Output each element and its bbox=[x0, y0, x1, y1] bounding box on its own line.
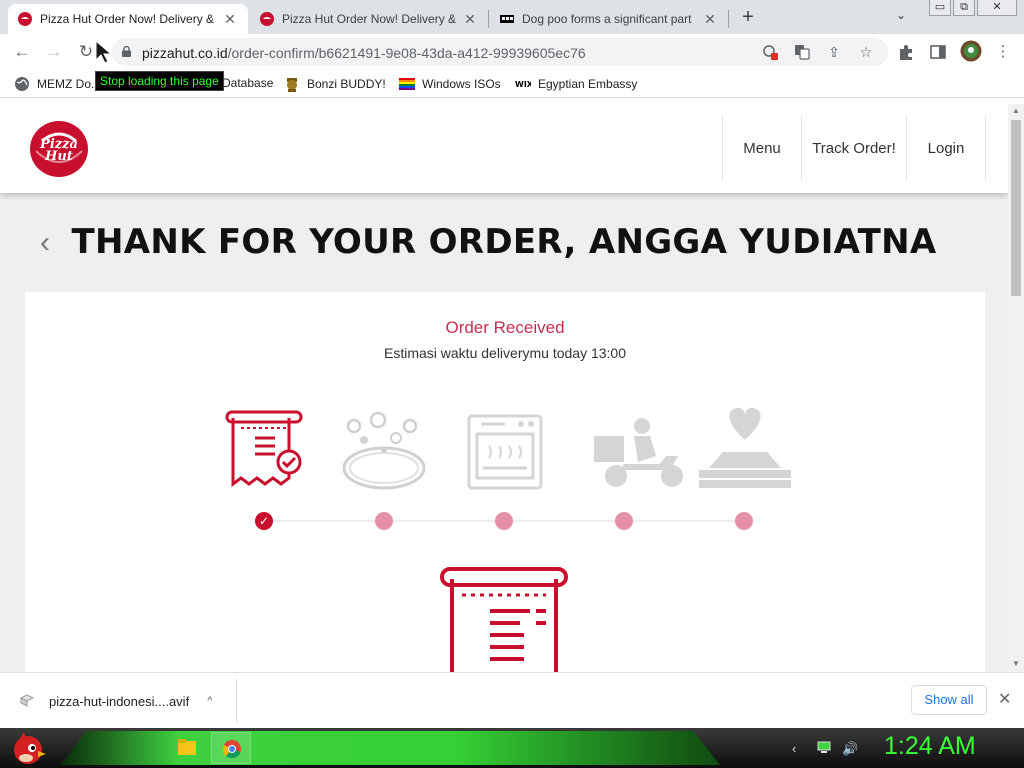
logo-text: Pizza Hut bbox=[40, 137, 78, 164]
download-item[interactable]: pizza-hut-indonesi....avif ^ bbox=[18, 685, 212, 717]
pizza-prep-icon bbox=[342, 411, 426, 490]
receipt-check-icon bbox=[225, 410, 303, 487]
url-text: pizzahut.co.id/order-confirm/b6621491-9e… bbox=[142, 45, 586, 61]
network-icon[interactable] bbox=[817, 741, 831, 754]
step-dot-delivered bbox=[735, 512, 753, 530]
file-icon bbox=[19, 694, 35, 707]
volume-icon[interactable]: 🔊 bbox=[842, 741, 858, 757]
bonzi-gorilla-icon bbox=[287, 78, 297, 92]
nav-menu[interactable]: Menu bbox=[722, 116, 801, 180]
bookmark-label: Egyptian Embassy bbox=[538, 77, 638, 91]
menu-kebab-icon[interactable]: ⋮ bbox=[994, 43, 1012, 61]
delivery-estimate: Estimasi waktu deliverymu today 13:00 bbox=[384, 345, 626, 361]
step-dot-received: ✓ bbox=[255, 512, 273, 530]
scroll-down-icon[interactable]: ▼ bbox=[1008, 657, 1024, 671]
bookmark-windows-isos[interactable]: Windows ISOs bbox=[399, 76, 501, 92]
close-window-button[interactable]: ✕ bbox=[977, 0, 1017, 16]
restore-window-button[interactable]: ⧉ bbox=[953, 0, 975, 16]
close-shelf-icon[interactable]: ✕ bbox=[998, 689, 1011, 709]
rainbow-flag-icon bbox=[399, 78, 415, 90]
svg-text:WIX: WIX bbox=[515, 80, 531, 89]
download-shelf: pizza-hut-indonesi....avif ^ Show all ✕ bbox=[0, 672, 1024, 728]
news-favicon-icon bbox=[500, 15, 514, 23]
blocked-content-icon[interactable] bbox=[762, 44, 778, 60]
address-bar[interactable]: pizzahut.co.id/order-confirm/b6621491-9e… bbox=[112, 38, 888, 66]
scroll-thumb[interactable] bbox=[1011, 120, 1021, 296]
pizza-hut-favicon-icon bbox=[18, 12, 32, 26]
taskbar-chrome-button[interactable] bbox=[211, 732, 251, 764]
tab-pizza-hut-1[interactable]: Pizza Hut Order Now! Delivery & Takeaway… bbox=[8, 4, 248, 34]
tab-divider bbox=[728, 10, 729, 28]
step-dot-baking bbox=[495, 512, 513, 530]
url-domain: pizzahut.co.id bbox=[142, 45, 228, 61]
delivered-box-icon bbox=[699, 407, 791, 488]
tab-dog-poo[interactable]: Dog poo forms a significant part ✕ bbox=[490, 4, 728, 34]
profile-avatar-icon[interactable] bbox=[960, 40, 982, 62]
tab-close-icon[interactable]: ✕ bbox=[702, 11, 718, 28]
translate-icon[interactable] bbox=[794, 44, 810, 60]
tab-close-icon[interactable]: ✕ bbox=[222, 11, 238, 28]
share-icon[interactable]: ⇪ bbox=[826, 44, 842, 60]
download-options-chevron-icon[interactable]: ^ bbox=[207, 695, 212, 707]
delivery-scooter-icon bbox=[594, 418, 683, 487]
bookmark-label: Bonzi BUDDY! bbox=[307, 77, 386, 91]
nav-login[interactable]: Login bbox=[906, 116, 986, 180]
pizza-hut-favicon-icon bbox=[260, 12, 274, 26]
download-filename: pizza-hut-indonesi....avif bbox=[49, 693, 190, 709]
oven-icon bbox=[467, 414, 543, 490]
scroll-up-icon[interactable]: ▲ bbox=[1008, 104, 1024, 118]
side-panel-icon[interactable] bbox=[929, 43, 947, 61]
globe-icon bbox=[15, 77, 29, 91]
forward-arrow-icon[interactable]: → bbox=[44, 42, 64, 62]
reload-icon[interactable]: ↻ bbox=[76, 42, 96, 62]
tab-pizza-hut-2[interactable]: Pizza Hut Order Now! Delivery & Takeaway… bbox=[250, 4, 488, 34]
bookmark-bonzi-buddy[interactable]: Bonzi BUDDY! bbox=[284, 76, 386, 92]
tab-title: Pizza Hut Order Now! Delivery & Takeaway bbox=[40, 12, 216, 26]
order-receipt-icon bbox=[440, 567, 568, 672]
step-dot-preparing bbox=[375, 512, 393, 530]
mouse-cursor-icon bbox=[95, 40, 113, 64]
pizza-hut-logo[interactable]: Pizza Hut bbox=[30, 121, 88, 177]
web-page: Pizza Hut Menu Track Order! Login ‹ THAN… bbox=[0, 104, 1008, 672]
url-path: /order-confirm/b6621491-9e08-43da-a412-9… bbox=[227, 45, 586, 61]
tab-title: Pizza Hut Order Now! Delivery & Takeaway bbox=[282, 12, 456, 26]
file-explorer-icon[interactable] bbox=[177, 738, 197, 756]
order-status-label: Order Received bbox=[445, 318, 565, 337]
show-all-downloads-button[interactable]: Show all bbox=[911, 685, 987, 715]
back-arrow-icon[interactable]: ← bbox=[12, 42, 32, 62]
tab-divider bbox=[488, 10, 489, 28]
tab-search-chevron-icon[interactable]: ⌄ bbox=[896, 8, 906, 22]
bookmark-database[interactable]: Database bbox=[222, 76, 273, 90]
taskbar-glow bbox=[60, 731, 720, 765]
tab-strip: Pizza Hut Order Now! Delivery & Takeaway… bbox=[0, 0, 1024, 34]
site-header: Pizza Hut Menu Track Order! Login bbox=[0, 104, 1008, 193]
bookmark-memz[interactable]: MEMZ Do... bbox=[14, 76, 101, 92]
tab-close-icon[interactable]: ✕ bbox=[462, 11, 478, 28]
wix-logo-icon: WIX bbox=[515, 80, 531, 89]
os-taskbar: ‹ 🔊 1:24 AM bbox=[0, 728, 1024, 768]
chrome-icon bbox=[223, 740, 241, 758]
lock-icon bbox=[122, 46, 131, 57]
tray-chevron-icon[interactable]: ‹ bbox=[792, 741, 796, 756]
new-tab-button[interactable]: + bbox=[738, 6, 758, 28]
minimize-window-button[interactable]: ▭ bbox=[929, 0, 951, 16]
thank-you-heading: THANK FOR YOUR ORDER, ANGGA YUDIATNA bbox=[71, 222, 937, 262]
tab-title: Dog poo forms a significant part bbox=[522, 12, 692, 26]
nav-track-order[interactable]: Track Order! bbox=[801, 116, 906, 180]
extensions-puzzle-icon[interactable] bbox=[897, 43, 915, 61]
bookmark-label: MEMZ Do... bbox=[37, 77, 102, 91]
step-dot-delivering bbox=[615, 512, 633, 530]
order-status-card: Order Received Estimasi waktu deliverymu… bbox=[25, 292, 985, 672]
browser-toolbar: ← → ↻ pizzahut.co.id/order-confirm/b6621… bbox=[0, 34, 1024, 70]
bookmark-star-icon[interactable]: ☆ bbox=[858, 44, 874, 60]
taskbar-clock[interactable]: 1:24 AM bbox=[884, 732, 976, 761]
shelf-divider bbox=[236, 679, 237, 723]
bookmark-egyptian-embassy[interactable]: WIX Egyptian Embassy bbox=[515, 76, 637, 92]
angry-bird-start-icon[interactable] bbox=[8, 730, 48, 766]
stop-loading-tooltip: Stop loading this page bbox=[95, 71, 224, 91]
bookmark-label: Database bbox=[222, 76, 274, 90]
page-scrollbar[interactable]: ▲ ▼ bbox=[1008, 104, 1024, 672]
bookmark-label: Windows ISOs bbox=[422, 77, 501, 91]
